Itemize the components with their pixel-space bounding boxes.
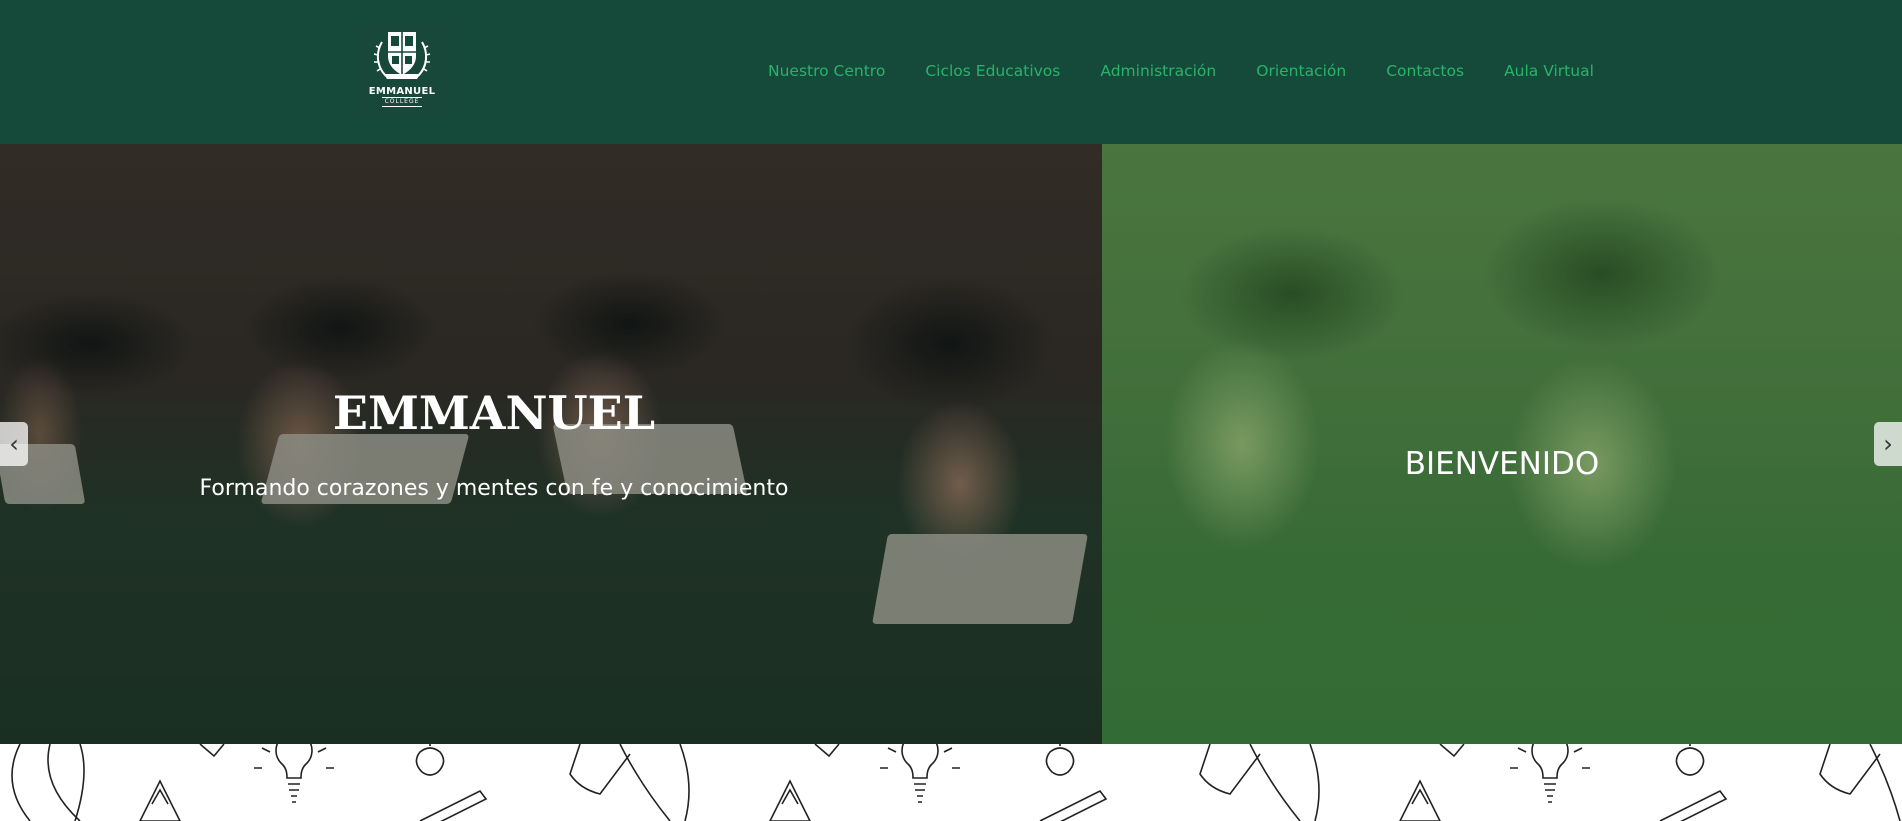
nav-item-nuestro-centro[interactable]: Nuestro Centro xyxy=(768,62,885,80)
doodle-pattern xyxy=(0,744,1902,821)
nav-item-orientacion[interactable]: Orientación xyxy=(1256,62,1346,80)
apple-icon xyxy=(1675,744,1705,776)
set-square-icon xyxy=(1399,779,1441,821)
shield-crest-icon xyxy=(373,32,431,79)
backpack-icon xyxy=(11,744,85,821)
hero-title: EMMANUEL xyxy=(332,386,656,440)
set-square-icon xyxy=(769,779,811,821)
logo[interactable]: EMMANUEL COLLEGE xyxy=(356,20,448,118)
hero-subtitle: Formando corazones y mentes con fe y con… xyxy=(199,476,789,501)
backpack-icon xyxy=(569,744,690,821)
slider-next-button[interactable]: › xyxy=(1874,422,1902,466)
logo-subtitle: COLLEGE xyxy=(381,97,423,107)
set-square-icon xyxy=(139,779,181,821)
site-header: EMMANUEL COLLEGE Nuestro Centro Ciclos E… xyxy=(0,0,1902,144)
backpack-icon xyxy=(1199,744,1320,821)
main-nav: Nuestro Centro Ciclos Educativos Adminis… xyxy=(768,59,1594,83)
pencil-icon xyxy=(1039,789,1108,821)
lightbulb-icon xyxy=(254,744,334,803)
apple-icon xyxy=(1045,744,1075,776)
backpack-icon xyxy=(1819,744,1901,821)
nav-item-contactos[interactable]: Contactos xyxy=(1386,62,1464,80)
pencil-icon xyxy=(1659,789,1728,821)
slider-prev-button[interactable]: ‹ xyxy=(0,422,28,466)
apple-icon xyxy=(415,744,445,776)
nav-item-aula-virtual[interactable]: Aula Virtual xyxy=(1504,62,1594,80)
lightbulb-icon xyxy=(880,744,960,803)
nav-item-administracion[interactable]: Administración xyxy=(1100,62,1216,80)
uniform-collar xyxy=(872,534,1088,624)
lightbulb-icon xyxy=(1510,744,1590,803)
hero-photo-choir xyxy=(0,144,1102,744)
doodle-pattern-graphic xyxy=(11,744,1901,821)
book-icon xyxy=(1439,744,1465,758)
pencil-icon xyxy=(419,789,488,821)
book-icon xyxy=(199,744,225,758)
nav-item-ciclos-educativos[interactable]: Ciclos Educativos xyxy=(925,62,1060,80)
hero-welcome: BIENVENIDO xyxy=(1404,446,1600,482)
hero-slider: EMMANUEL Formando corazones y mentes con… xyxy=(0,144,1902,744)
logo-name: EMMANUEL xyxy=(368,86,436,97)
book-icon xyxy=(814,744,840,758)
